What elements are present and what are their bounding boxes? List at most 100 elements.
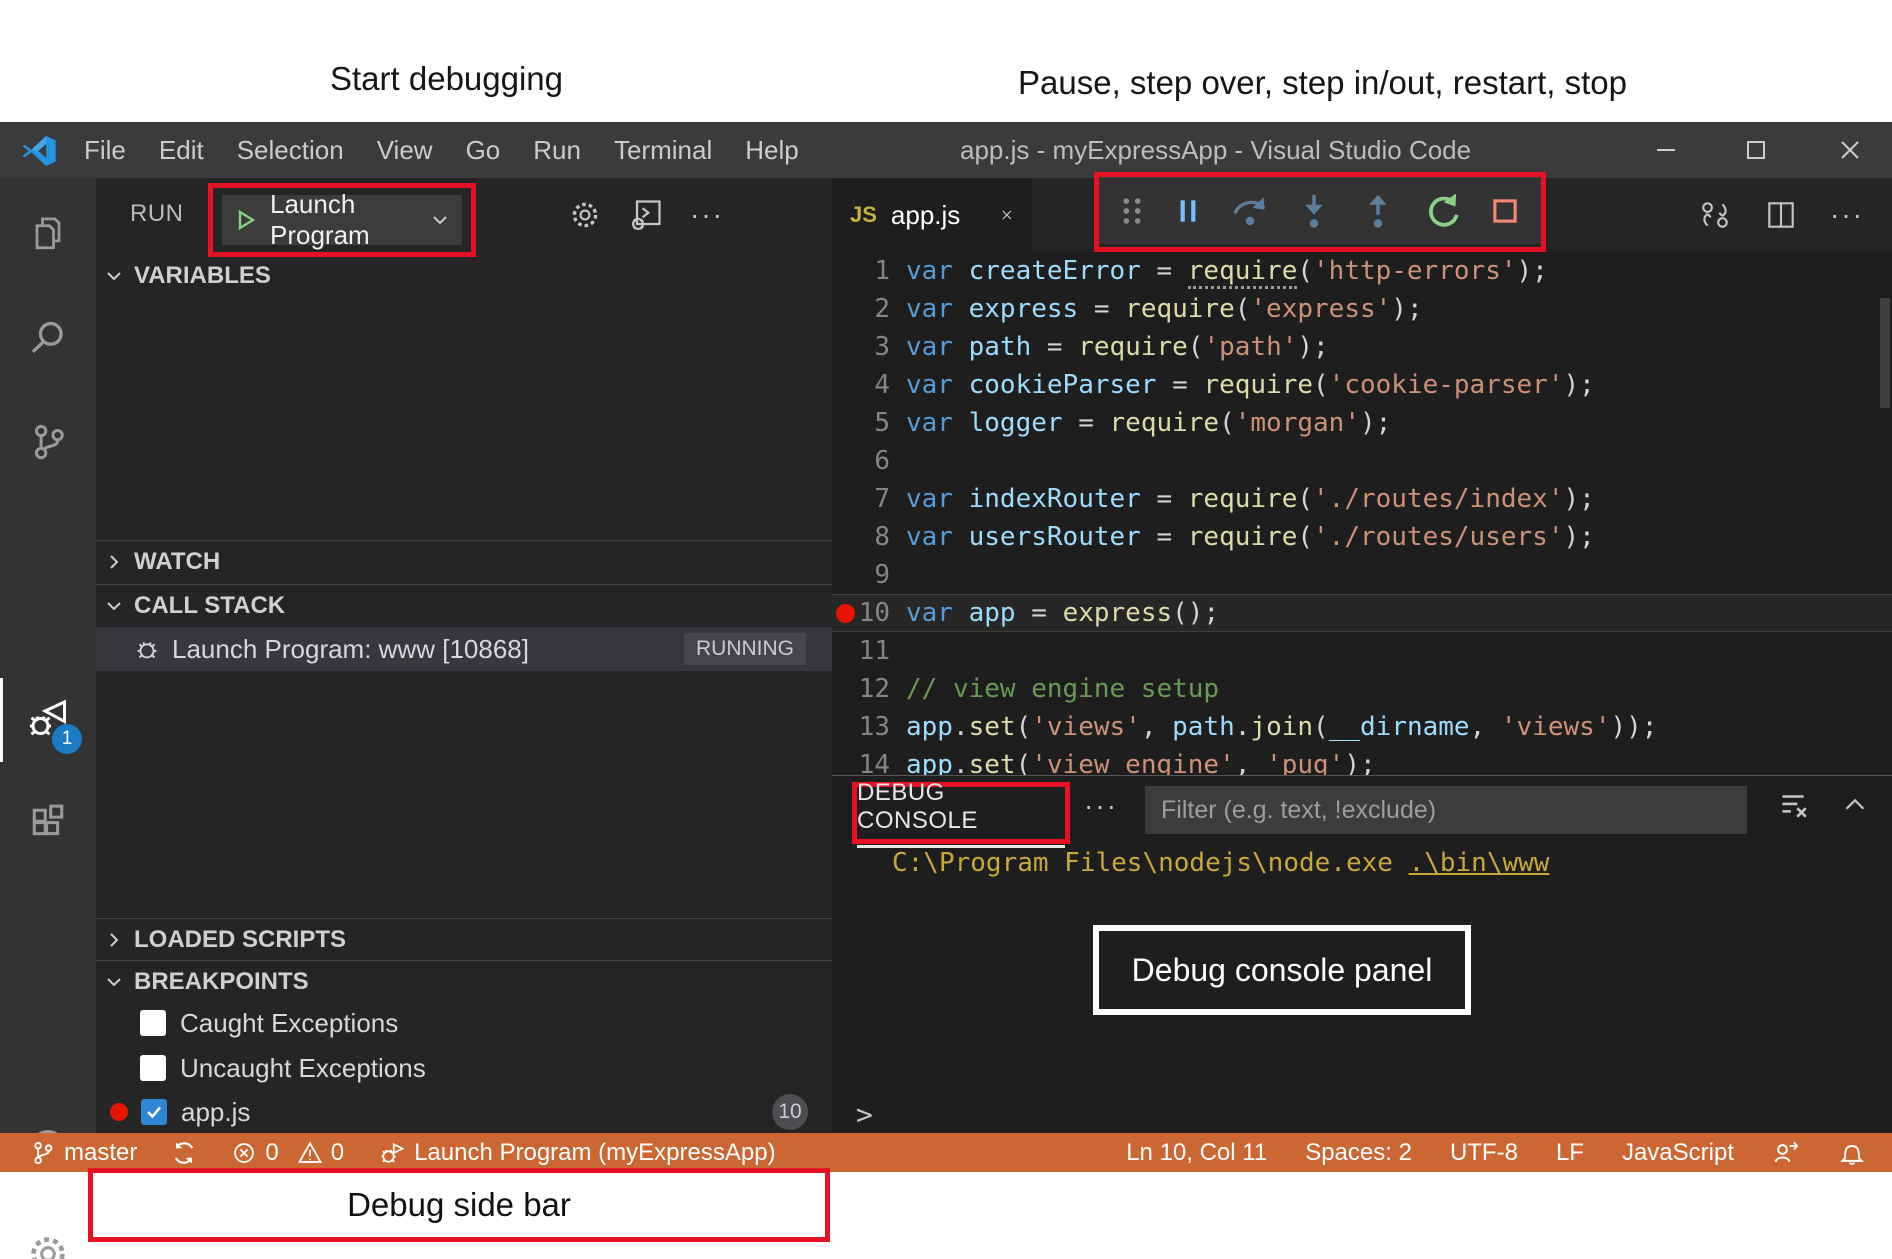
section-variables[interactable]: VARIABLES xyxy=(96,258,832,294)
minimize-button[interactable] xyxy=(1636,122,1696,178)
breakpoint-dot[interactable] xyxy=(836,604,855,623)
editor-group: JS app.js xyxy=(832,178,1892,1133)
clear-console-icon[interactable] xyxy=(1776,788,1810,822)
menu-edit[interactable]: Edit xyxy=(159,135,204,166)
stop-icon[interactable] xyxy=(1487,193,1523,229)
panel-more-actions-icon[interactable]: ··· xyxy=(1084,790,1118,822)
breakpoint-gutter[interactable] xyxy=(832,290,858,328)
breakpoint-gutter[interactable] xyxy=(832,252,858,290)
debug-session-status[interactable]: Launch Program (myExpressApp) xyxy=(378,1139,775,1167)
call-stack-session-label: Launch Program: www [10868] xyxy=(172,634,529,665)
menu-terminal[interactable]: Terminal xyxy=(614,135,712,166)
eol-status[interactable]: LF xyxy=(1556,1139,1584,1167)
console-filter-input[interactable] xyxy=(1145,786,1747,834)
line-number: 11 xyxy=(858,632,890,670)
menu-selection[interactable]: Selection xyxy=(237,135,344,166)
language-mode-status[interactable]: JavaScript xyxy=(1622,1139,1734,1167)
breakpoint-gutter[interactable] xyxy=(832,556,858,594)
maximize-panel-chevron-icon[interactable] xyxy=(1840,790,1870,820)
code-text: // view engine setup xyxy=(890,670,1219,708)
status-bar: master 0 0 xyxy=(0,1133,1892,1172)
extensions-icon[interactable] xyxy=(0,776,96,872)
line-number: 7 xyxy=(858,480,890,518)
editor-scrollbar[interactable] xyxy=(1880,298,1890,408)
indentation-status[interactable]: Spaces: 2 xyxy=(1305,1139,1412,1167)
code-text: var path = require('path'); xyxy=(890,328,1329,366)
breakpoint-gutter[interactable] xyxy=(832,670,858,708)
breakpoint-gutter[interactable] xyxy=(832,632,858,670)
menu-help[interactable]: Help xyxy=(745,135,798,166)
menu-view[interactable]: View xyxy=(377,135,433,166)
code-line: 12// view engine setup xyxy=(832,670,1892,708)
menu-run[interactable]: Run xyxy=(533,135,581,166)
section-watch[interactable]: WATCH xyxy=(96,544,832,580)
breakpoint-gutter[interactable] xyxy=(832,708,858,746)
cursor-position-status[interactable]: Ln 10, Col 11 xyxy=(1126,1139,1267,1167)
checkbox-unchecked[interactable] xyxy=(140,1010,166,1036)
window-title: app.js - myExpressApp - Visual Studio Co… xyxy=(960,122,1471,178)
code-area[interactable]: 1var createError = require('http-errors'… xyxy=(832,252,1892,775)
section-call-stack[interactable]: CALL STACK xyxy=(96,588,832,624)
console-output-link[interactable]: .\bin\www xyxy=(1409,848,1550,878)
breakpoint-uncaught-exceptions[interactable]: Uncaught Exceptions xyxy=(96,1047,876,1089)
toolbar-drag-grip[interactable] xyxy=(1117,194,1147,228)
debug-console-highlight-box: DEBUG CONSOLE xyxy=(852,782,1070,844)
console-input-prompt[interactable]: > xyxy=(856,1098,873,1131)
configure-gear-icon[interactable] xyxy=(568,198,602,232)
git-branch-status[interactable]: master xyxy=(30,1139,137,1167)
editor-more-actions-icon[interactable]: ··· xyxy=(1830,199,1864,231)
split-editor-icon[interactable] xyxy=(1764,198,1798,232)
code-line: 13app.set('views', path.join(__dirname, … xyxy=(832,708,1892,746)
chevron-down-icon xyxy=(430,210,450,230)
breakpoint-appjs-row[interactable]: app.js 10 xyxy=(96,1091,832,1133)
line-number: 14 xyxy=(858,746,890,775)
step-into-icon[interactable] xyxy=(1294,191,1334,231)
breakpoint-gutter[interactable] xyxy=(832,746,858,775)
breakpoint-gutter[interactable] xyxy=(832,518,858,556)
menu-bar: File Edit Selection View Go Run Terminal… xyxy=(84,122,799,178)
explorer-icon[interactable] xyxy=(0,186,96,282)
breakpoint-gutter[interactable] xyxy=(832,594,858,632)
feedback-smiley-icon[interactable] xyxy=(1772,1139,1800,1167)
search-icon[interactable] xyxy=(0,290,96,386)
problems-status[interactable]: 0 0 xyxy=(231,1139,344,1167)
breakpoint-gutter[interactable] xyxy=(832,328,858,366)
checkbox-unchecked[interactable] xyxy=(140,1055,166,1081)
section-breakpoints[interactable]: BREAKPOINTS xyxy=(96,964,832,1000)
debug-console-toggle-icon[interactable] xyxy=(628,197,664,233)
checkbox-checked[interactable] xyxy=(141,1099,167,1125)
breakpoint-gutter[interactable] xyxy=(832,442,858,480)
warnings-icon xyxy=(297,1140,323,1166)
menu-go[interactable]: Go xyxy=(466,135,501,166)
encoding-status[interactable]: UTF-8 xyxy=(1450,1139,1518,1167)
run-and-debug-icon[interactable]: 1 xyxy=(0,672,96,768)
launch-config-dropdown[interactable]: Launch Program xyxy=(222,195,462,245)
tab-debug-console[interactable]: DEBUG CONSOLE xyxy=(857,779,1065,848)
view-more-actions-icon[interactable]: ··· xyxy=(690,199,724,231)
step-out-icon[interactable] xyxy=(1358,191,1398,231)
breakpoint-gutter[interactable] xyxy=(832,404,858,442)
source-control-icon[interactable] xyxy=(0,394,96,490)
menu-file[interactable]: File xyxy=(84,135,126,166)
pause-icon[interactable] xyxy=(1171,194,1205,228)
step-over-icon[interactable] xyxy=(1230,191,1270,231)
notifications-bell-icon[interactable] xyxy=(1838,1139,1866,1167)
open-changes-icon[interactable] xyxy=(1698,198,1732,232)
bug-icon xyxy=(132,634,162,664)
close-tab-icon[interactable] xyxy=(1000,203,1014,227)
breakpoint-caught-exceptions[interactable]: Caught Exceptions xyxy=(96,1002,876,1044)
code-line: 4var cookieParser = require('cookie-pars… xyxy=(832,366,1892,404)
code-text: app.set('views', path.join(__dirname, 'v… xyxy=(890,708,1657,746)
restart-icon[interactable] xyxy=(1423,191,1463,231)
call-stack-session-row[interactable]: Launch Program: www [10868] RUNNING xyxy=(96,627,832,671)
breakpoint-gutter[interactable] xyxy=(832,366,858,404)
debug-count-badge: 1 xyxy=(52,724,82,754)
settings-gear-icon[interactable] xyxy=(0,1206,96,1259)
breakpoint-gutter[interactable] xyxy=(832,480,858,518)
tab-appjs[interactable]: JS app.js xyxy=(832,178,1032,252)
section-loaded-scripts[interactable]: LOADED SCRIPTS xyxy=(96,922,832,958)
start-debug-play-icon[interactable] xyxy=(234,208,258,232)
close-window-button[interactable] xyxy=(1820,122,1880,178)
maximize-button[interactable] xyxy=(1726,122,1786,178)
sync-changes-button[interactable] xyxy=(171,1140,197,1166)
